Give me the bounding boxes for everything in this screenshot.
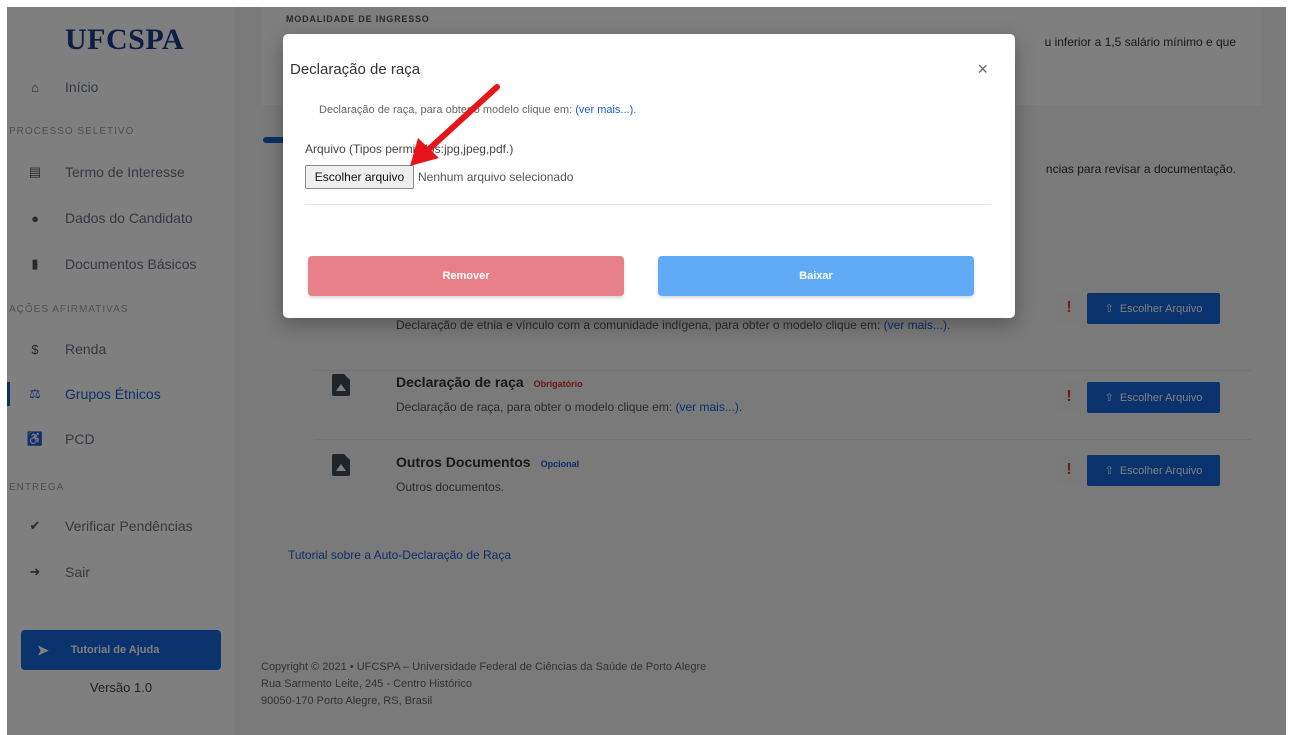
ver-mais-link[interactable]: (ver mais...) (575, 104, 633, 116)
close-icon[interactable]: × (977, 59, 988, 80)
choose-file-input-button[interactable]: Escolher arquivo (305, 165, 414, 189)
file-type-label: Arquivo (Tipos permitidos:jpg,jpeg,pdf.) (305, 142, 514, 156)
file-status: Nenhum arquivo selecionado (418, 170, 574, 184)
modal-title: Declaração de raça (290, 61, 421, 78)
download-button[interactable]: Baixar (658, 256, 974, 296)
modal-description: Declaração de raça, para obter o modelo … (319, 104, 637, 116)
divider (305, 204, 991, 205)
remove-button[interactable]: Remover (308, 256, 624, 296)
declaracao-raca-modal: Declaração de raça × Declaração de raça,… (283, 34, 1015, 318)
